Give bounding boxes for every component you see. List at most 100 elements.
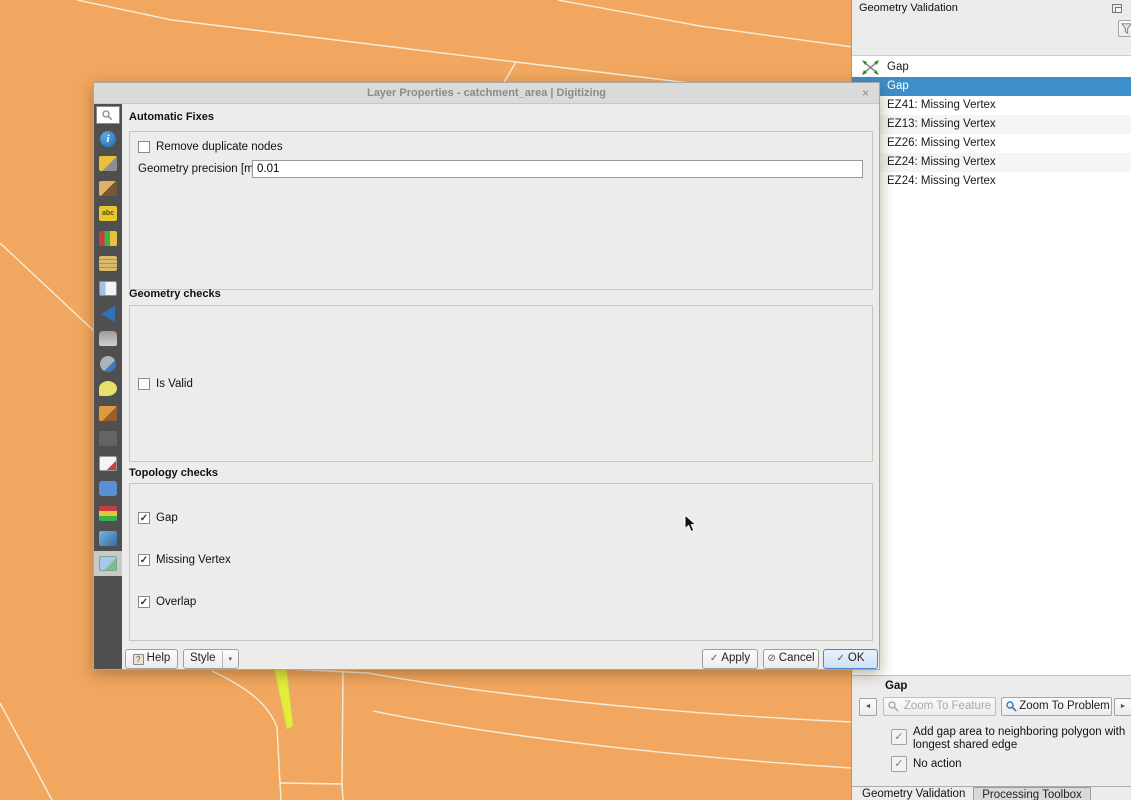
information-icon: i	[100, 131, 116, 147]
gap-label: Gap	[156, 512, 178, 524]
topology-checks-group	[129, 483, 873, 641]
help-button[interactable]: ?Help	[125, 649, 178, 669]
search-icon	[102, 110, 113, 121]
sidebar-item-actions[interactable]	[94, 351, 122, 376]
ok-button[interactable]: ✓OK	[823, 649, 878, 669]
error-row[interactable]: EZ41: Missing Vertex	[852, 96, 1131, 115]
topology-checks-title: Topology checks	[129, 467, 218, 479]
sidebar-item-symbology[interactable]	[94, 176, 122, 201]
zoom-to-problem-button[interactable]: Zoom To Problem	[1001, 697, 1112, 716]
check-icon: ✓	[894, 758, 903, 770]
diagrams-icon	[99, 231, 117, 246]
close-icon[interactable]: ×	[862, 83, 869, 104]
cancel-icon: ⊘	[767, 653, 775, 664]
sidebar-item-metadata[interactable]	[94, 451, 122, 476]
gap-checkbox[interactable]: ✓	[138, 512, 150, 524]
display-icon	[99, 381, 117, 396]
error-row[interactable]: EZ24: Missing Vertex	[852, 172, 1131, 191]
resolution-no-action-check[interactable]: ✓	[891, 756, 907, 772]
sidebar-item-display[interactable]	[94, 376, 122, 401]
next-arrow-icon: ►	[1120, 703, 1127, 710]
layer-properties-dialog: Layer Properties - catchment_area | Digi…	[93, 82, 880, 670]
sidebar-item-legend[interactable]	[94, 501, 122, 526]
rendering-icon	[99, 406, 117, 421]
sidebar-item-rendering[interactable]	[94, 401, 122, 426]
sidebar-search-input[interactable]	[96, 106, 120, 124]
style-dropdown-button[interactable]: Style▾	[183, 649, 239, 669]
magnifier-icon	[1006, 701, 1017, 712]
error-group-header[interactable]: Gap	[852, 58, 1131, 77]
sidebar-item-auxiliary-storage[interactable]	[94, 326, 122, 351]
sidebar-item-diagrams[interactable]	[94, 226, 122, 251]
metadata-icon	[99, 456, 117, 471]
check-icon: ✓	[894, 731, 903, 743]
remove-duplicate-nodes-checkbox[interactable]	[138, 141, 150, 153]
actions-icon	[100, 356, 116, 372]
tab-geometry-validation[interactable]: Geometry Validation	[862, 788, 965, 800]
dock-tab-bar: Geometry Validation Processing Toolbox	[852, 786, 1131, 800]
panel-title: Geometry Validation	[859, 2, 958, 14]
missing-vertex-checkbox[interactable]: ✓	[138, 554, 150, 566]
gap-check-icon	[862, 60, 879, 75]
sidebar-item-attributes-form[interactable]	[94, 276, 122, 301]
zoom-to-feature-button[interactable]: Zoom To Feature	[883, 697, 996, 716]
previous-arrow-icon: ◄	[865, 703, 872, 710]
source-icon	[99, 156, 117, 171]
help-icon: ?	[133, 654, 144, 665]
digitizing-icon	[99, 556, 117, 571]
cancel-button[interactable]: ⊘Cancel	[763, 649, 819, 669]
qgis-server-icon	[99, 531, 117, 546]
sidebar-item-labels[interactable]: abc	[94, 201, 122, 226]
automatic-fixes-group	[129, 131, 873, 290]
sidebar-item-variables[interactable]	[94, 426, 122, 451]
overlap-checkbox[interactable]: ✓	[138, 596, 150, 608]
ok-check-icon: ✓	[836, 653, 844, 664]
missing-vertex-label: Missing Vertex	[156, 554, 231, 566]
automatic-fixes-title: Automatic Fixes	[129, 111, 214, 123]
apply-button[interactable]: ✓Apply	[702, 649, 758, 669]
sidebar-item-information[interactable]: i	[94, 126, 122, 151]
sidebar-item-qgis-server[interactable]	[94, 526, 122, 551]
sidebar-item-fields[interactable]	[94, 251, 122, 276]
geometry-checks-group	[129, 305, 873, 462]
error-row[interactable]: Gap	[852, 77, 1131, 96]
error-detail-title: Gap	[885, 680, 907, 692]
attributes-form-icon	[99, 281, 117, 296]
error-row[interactable]: EZ24: Missing Vertex	[852, 153, 1131, 172]
labels-icon: abc	[99, 206, 117, 221]
variables-icon	[99, 431, 117, 446]
resolution-no-action-label: No action	[913, 758, 1131, 771]
magnifier-icon	[888, 701, 899, 712]
dialog-title: Layer Properties - catchment_area | Digi…	[367, 87, 606, 99]
undock-panel-icon[interactable]	[1112, 4, 1122, 13]
fields-icon	[99, 256, 117, 271]
geometry-validation-panel: Geometry Validation Gap Gap EZ41: Missin…	[851, 0, 1131, 800]
chevron-down-icon: ▾	[222, 651, 233, 668]
geometry-checks-title: Geometry checks	[129, 288, 221, 300]
sidebar-item-dependencies[interactable]	[94, 476, 122, 501]
filter-funnel-icon	[1121, 23, 1131, 34]
resolution-add-gap-area-check[interactable]: ✓	[891, 729, 907, 745]
filter-errors-button[interactable]	[1118, 20, 1131, 37]
geometry-precision-input[interactable]	[252, 160, 863, 178]
sidebar-item-digitizing[interactable]	[94, 551, 122, 576]
dialog-titlebar: Layer Properties - catchment_area | Digi…	[94, 83, 879, 104]
next-error-button[interactable]: ►	[1114, 698, 1131, 716]
dependencies-icon	[99, 481, 117, 496]
error-list: Gap Gap EZ41: Missing Vertex EZ13: Missi…	[852, 55, 1131, 676]
error-group-label: Gap	[887, 61, 909, 73]
mouse-cursor	[684, 514, 698, 533]
apply-check-icon: ✓	[710, 653, 718, 664]
properties-sidebar: i abc	[94, 104, 122, 669]
sidebar-item-source[interactable]	[94, 151, 122, 176]
tab-processing-toolbox[interactable]: Processing Toolbox	[973, 787, 1091, 800]
overlap-label: Overlap	[156, 596, 196, 608]
error-row[interactable]: EZ13: Missing Vertex	[852, 115, 1131, 134]
sidebar-item-joins[interactable]	[94, 301, 122, 326]
legend-icon	[99, 506, 117, 521]
symbology-icon	[99, 181, 117, 196]
error-row[interactable]: EZ26: Missing Vertex	[852, 134, 1131, 153]
previous-error-button[interactable]: ◄	[859, 698, 877, 716]
remove-duplicate-nodes-label: Remove duplicate nodes	[156, 141, 283, 153]
is-valid-checkbox[interactable]	[138, 378, 150, 390]
